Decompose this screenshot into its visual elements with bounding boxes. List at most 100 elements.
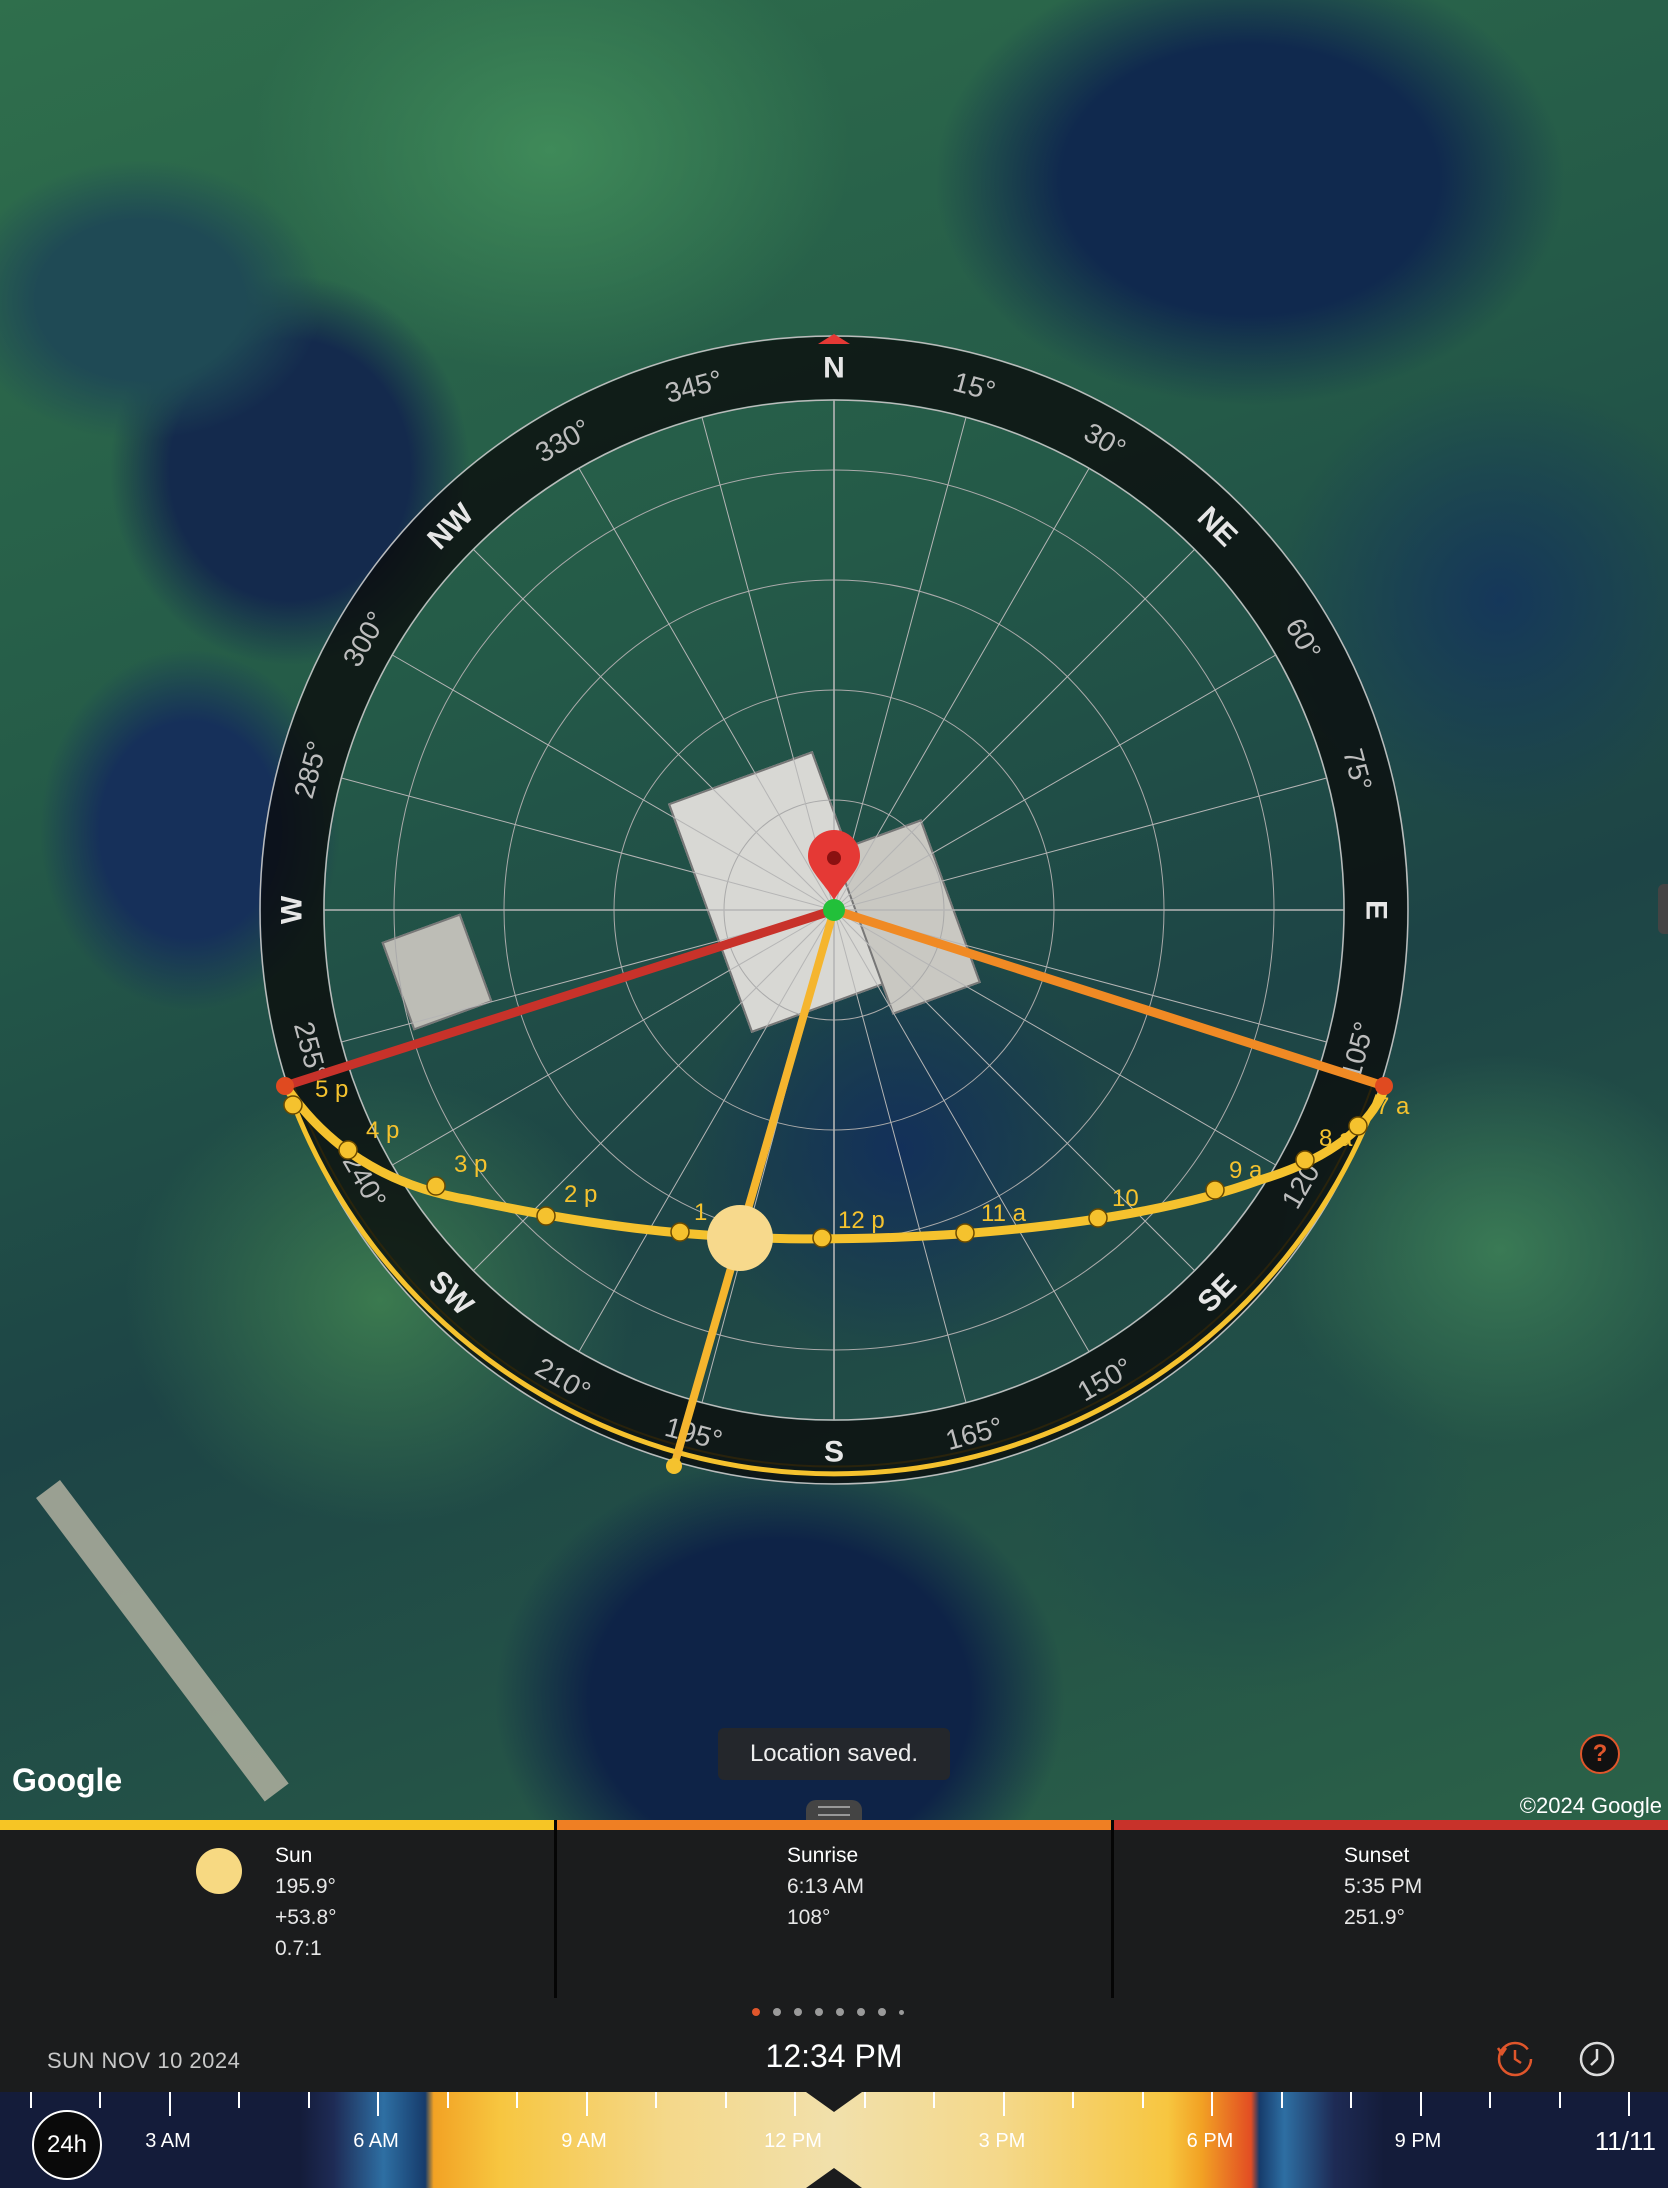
timeline-tick — [794, 2092, 796, 2116]
sun-color-bar — [0, 1820, 554, 1830]
help-icon[interactable]: ? — [1580, 1734, 1620, 1774]
compass-spoke — [578, 468, 835, 911]
timeline-tick — [29, 2092, 32, 2108]
sun-compass-overlay[interactable]: NNEESESSWWNW15°30°60°75°105°120°150°165°… — [0, 0, 1668, 1820]
timeline-tick — [1280, 2092, 1283, 2108]
hour-marker — [670, 1222, 690, 1242]
timeline-tick — [1350, 2092, 1352, 2108]
page-dot[interactable] — [857, 2008, 865, 2016]
compass-label: W — [276, 895, 309, 924]
sunrise-time: 6:13 AM — [787, 1875, 865, 1898]
sunrise-info-card[interactable]: Sunrise 6:13 AM 108° — [554, 1820, 1111, 1998]
timeline-tick — [1211, 2092, 1213, 2116]
timeline-label-6pm: 6 PM — [1186, 2130, 1234, 2152]
timeline-tick — [1002, 2092, 1005, 2116]
page-dot[interactable] — [794, 2008, 802, 2016]
page-dot[interactable] — [773, 2008, 781, 2016]
panel-drag-handle[interactable] — [806, 1800, 862, 1820]
hour-label: 4 p — [366, 1117, 399, 1144]
timeline-label-3pm: 3 PM — [978, 2130, 1026, 2152]
page-dot[interactable] — [815, 2008, 823, 2016]
timeline-tick — [307, 2092, 310, 2108]
timeline-tick — [377, 2092, 379, 2116]
timeline-pointer-top — [806, 2092, 862, 2112]
sunset-info-card[interactable]: Sunset 5:35 PM 251.9° — [1111, 1820, 1668, 1998]
sun-azimuth: 195.9° — [275, 1875, 336, 1898]
timeline-label-12pm: 12 PM — [764, 2130, 822, 2152]
current-sun-line — [670, 908, 838, 1468]
timeline-tick — [655, 2092, 657, 2108]
compass-spoke — [341, 777, 835, 911]
sun-info-card[interactable]: Sun 195.9° +53.8° 0.7:1 — [0, 1820, 554, 1998]
sun-shadow-ratio: 0.7:1 — [275, 1937, 322, 1960]
current-time[interactable]: 12:34 PM — [0, 2038, 1668, 2075]
timeline-tick — [1141, 2092, 1144, 2108]
google-logo: Google — [12, 1762, 123, 1798]
timeline-tick — [238, 2092, 240, 2108]
map-copyright: ©2024 Google — [1519, 1793, 1662, 1818]
sunrise-azimuth: 108° — [787, 1906, 831, 1929]
hour-label: 2 p — [564, 1181, 597, 1208]
sunset-point — [276, 1077, 294, 1095]
sunrise-color-bar — [557, 1820, 1111, 1830]
compass-spoke — [833, 777, 1327, 911]
compass-spoke — [701, 417, 835, 911]
hour-marker — [1348, 1116, 1368, 1136]
timeline-tick — [724, 2092, 727, 2108]
timeline-tick — [516, 2092, 518, 2108]
sun-icon — [196, 1848, 242, 1894]
page-dot[interactable] — [752, 2008, 760, 2016]
timeline-tick — [446, 2092, 449, 2108]
sunset-azimuth: 251.9° — [1344, 1906, 1405, 1929]
timeline-end-date: 11/11 — [1594, 2126, 1656, 2156]
info-panel: Sun 195.9° +53.8° 0.7:1 Sunrise 6:13 AM … — [0, 1820, 1668, 1998]
24h-toggle-button[interactable]: 24h — [32, 2110, 102, 2180]
location-pin-icon[interactable] — [808, 830, 860, 900]
hour-marker — [955, 1223, 975, 1243]
timeline-label-9am: 9 AM — [561, 2130, 607, 2152]
sunset-title: Sunset — [1344, 1844, 1410, 1867]
timeline-tick — [1558, 2092, 1561, 2108]
timeline-tick — [585, 2092, 588, 2116]
timeline-tick — [863, 2092, 866, 2108]
page-dot[interactable] — [836, 2008, 844, 2016]
timeline-tick — [99, 2092, 101, 2108]
timeline-label-6am: 6 AM — [353, 2130, 399, 2152]
hour-label: 1 — [694, 1199, 707, 1226]
compass-label: S — [824, 1436, 844, 1469]
sunset-color-bar — [1114, 1820, 1668, 1830]
compass-spoke — [833, 417, 967, 911]
timeline-tick — [1419, 2092, 1422, 2116]
hour-marker — [426, 1176, 446, 1196]
hour-marker — [812, 1228, 832, 1248]
hour-label: 5 p — [315, 1076, 348, 1103]
sunrise-title: Sunrise — [787, 1844, 859, 1867]
toast-message: Location saved. — [718, 1728, 950, 1780]
sunset-direction-line — [283, 905, 836, 1091]
hour-label: 3 p — [454, 1151, 487, 1178]
hour-marker — [1295, 1150, 1315, 1170]
current-sun-ground-point — [666, 1458, 682, 1474]
page-dot[interactable] — [899, 2010, 904, 2015]
sunrise-direction-line — [832, 905, 1386, 1091]
timeline-tick — [168, 2092, 171, 2116]
page-indicator[interactable] — [752, 2008, 904, 2016]
compass-spoke — [833, 549, 1195, 911]
hour-label: 11 a — [981, 1200, 1027, 1227]
clock-icon[interactable] — [1578, 2040, 1616, 2078]
hour-label: 12 p — [838, 1207, 885, 1234]
timeline-label-3am: 3 AM — [145, 2130, 191, 2152]
page-dot[interactable] — [878, 2008, 886, 2016]
hour-marker — [536, 1206, 556, 1226]
sun-position-marker[interactable] — [707, 1205, 773, 1271]
hour-label: 10 — [1112, 1185, 1139, 1212]
hour-marker — [1205, 1180, 1225, 1200]
sunset-time: 5:35 PM — [1344, 1875, 1423, 1898]
timeline-tick — [1072, 2092, 1074, 2108]
sun-path-curve — [283, 1085, 1390, 1244]
hour-marker — [283, 1095, 303, 1115]
compass-spoke — [833, 909, 1276, 1166]
timeline-tick — [1489, 2092, 1491, 2108]
reset-time-icon[interactable] — [1496, 2040, 1534, 2078]
sun-title: Sun — [275, 1844, 313, 1867]
